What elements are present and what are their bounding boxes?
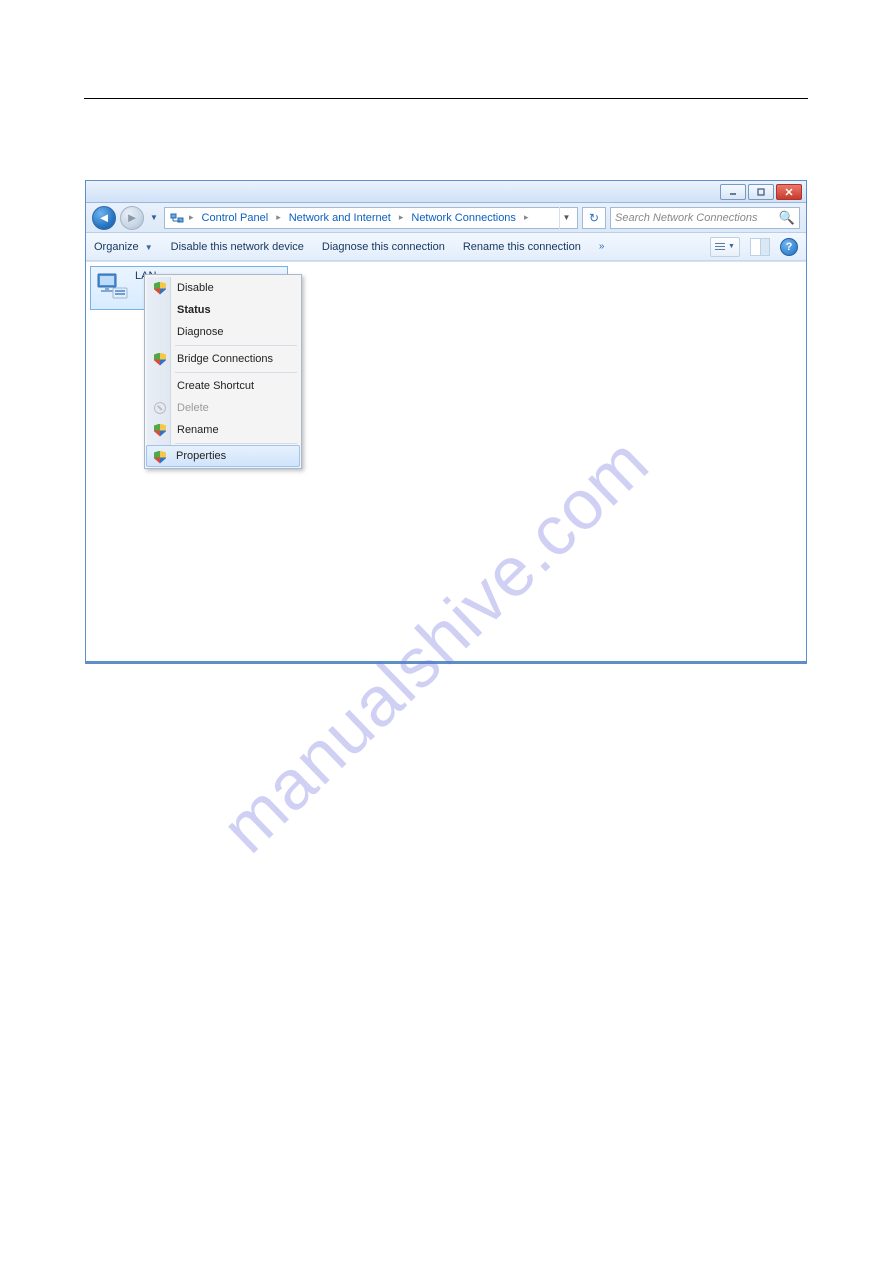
search-icon: 🔍 (779, 210, 795, 226)
shield-icon (153, 423, 167, 437)
command-toolbar: Organize ▼ Disable this network device D… (86, 233, 806, 261)
context-menu: Disable Status Diagnose Bridge Connectio… (144, 274, 302, 469)
organize-label: Organize (94, 241, 139, 253)
diagnose-connection-button[interactable]: Diagnose this connection (322, 241, 445, 253)
context-menu-separator (175, 443, 297, 444)
minimize-button[interactable] (720, 184, 746, 200)
rename-connection-button[interactable]: Rename this connection (463, 241, 581, 253)
pane-right-icon (761, 239, 770, 255)
pane-left-icon (751, 239, 761, 255)
breadcrumb-dropdown[interactable]: ▼ (559, 207, 573, 229)
ctx-bridge[interactable]: Bridge Connections (147, 348, 299, 370)
ctx-diagnose-label: Diagnose (177, 326, 223, 338)
breadcrumb-network-connections[interactable]: Network Connections (407, 210, 520, 226)
toolbar-right-group: ▼ ? (710, 237, 798, 257)
refresh-button[interactable]: ↻ (582, 207, 606, 229)
ctx-shortcut-label: Create Shortcut (177, 380, 254, 392)
close-button[interactable] (776, 184, 802, 200)
chevron-down-icon: ▼ (145, 243, 153, 252)
help-button[interactable]: ? (780, 238, 798, 256)
maximize-button[interactable] (748, 184, 774, 200)
context-menu-separator (175, 345, 297, 346)
ctx-delete-label: Delete (177, 402, 209, 414)
arrow-right-icon: ► (126, 210, 139, 225)
ctx-disable[interactable]: Disable (147, 277, 299, 299)
minimize-icon (728, 187, 738, 197)
network-adapter-icon (95, 270, 129, 304)
ctx-rename[interactable]: Rename (147, 419, 299, 441)
search-input[interactable]: Search Network Connections 🔍 (610, 207, 800, 229)
search-placeholder: Search Network Connections (615, 212, 757, 224)
chevron-right-icon: ▸ (522, 212, 531, 223)
nav-back-button[interactable]: ◄ (92, 206, 116, 230)
address-bar: ◄ ► ▼ ▸ Control Panel ▸ Network and Inte… (86, 203, 806, 233)
toolbar-overflow[interactable]: » (599, 241, 605, 252)
context-menu-separator (175, 372, 297, 373)
content-area[interactable]: LAN Disable Status Diagnose Bridge Conne… (86, 261, 806, 661)
maximize-icon (756, 187, 766, 197)
chevron-right-icon: ▸ (397, 212, 406, 223)
refresh-icon: ↻ (589, 211, 599, 225)
list-view-icon (715, 242, 725, 252)
network-connections-icon (169, 210, 185, 226)
shield-icon (153, 352, 167, 366)
breadcrumb-control-panel[interactable]: Control Panel (198, 210, 273, 226)
nav-forward-button[interactable]: ► (120, 206, 144, 230)
preview-pane-button[interactable] (750, 238, 770, 256)
shield-icon (153, 281, 167, 295)
ctx-bridge-label: Bridge Connections (177, 353, 273, 365)
shield-icon (153, 450, 167, 464)
nav-history-dropdown[interactable]: ▼ (148, 208, 160, 228)
disable-device-button[interactable]: Disable this network device (171, 241, 304, 253)
window-bottom-border (86, 661, 806, 663)
view-options-button[interactable]: ▼ (710, 237, 740, 257)
explorer-window: ◄ ► ▼ ▸ Control Panel ▸ Network and Inte… (85, 180, 807, 664)
ctx-delete: Delete (147, 397, 299, 419)
breadcrumb-network-internet[interactable]: Network and Internet (285, 210, 395, 226)
ctx-disable-label: Disable (177, 282, 214, 294)
ctx-properties-label: Properties (176, 450, 226, 462)
page-divider (84, 98, 808, 99)
chevron-right-icon: ▸ (187, 212, 196, 223)
arrow-left-icon: ◄ (98, 210, 111, 225)
ctx-shortcut[interactable]: Create Shortcut (147, 375, 299, 397)
ctx-properties[interactable]: Properties (146, 445, 300, 467)
close-icon (784, 187, 794, 197)
ctx-status-label: Status (177, 304, 211, 316)
ctx-diagnose[interactable]: Diagnose (147, 321, 299, 343)
chevron-down-icon: ▼ (728, 243, 735, 250)
window-titlebar (86, 181, 806, 203)
breadcrumb-bar[interactable]: ▸ Control Panel ▸ Network and Internet ▸… (164, 207, 578, 229)
delete-disabled-icon (153, 401, 167, 415)
organize-menu[interactable]: Organize ▼ (94, 241, 153, 253)
chevron-right-icon: ▸ (274, 212, 283, 223)
ctx-status[interactable]: Status (147, 299, 299, 321)
help-icon: ? (786, 241, 793, 253)
ctx-rename-label: Rename (177, 424, 219, 436)
